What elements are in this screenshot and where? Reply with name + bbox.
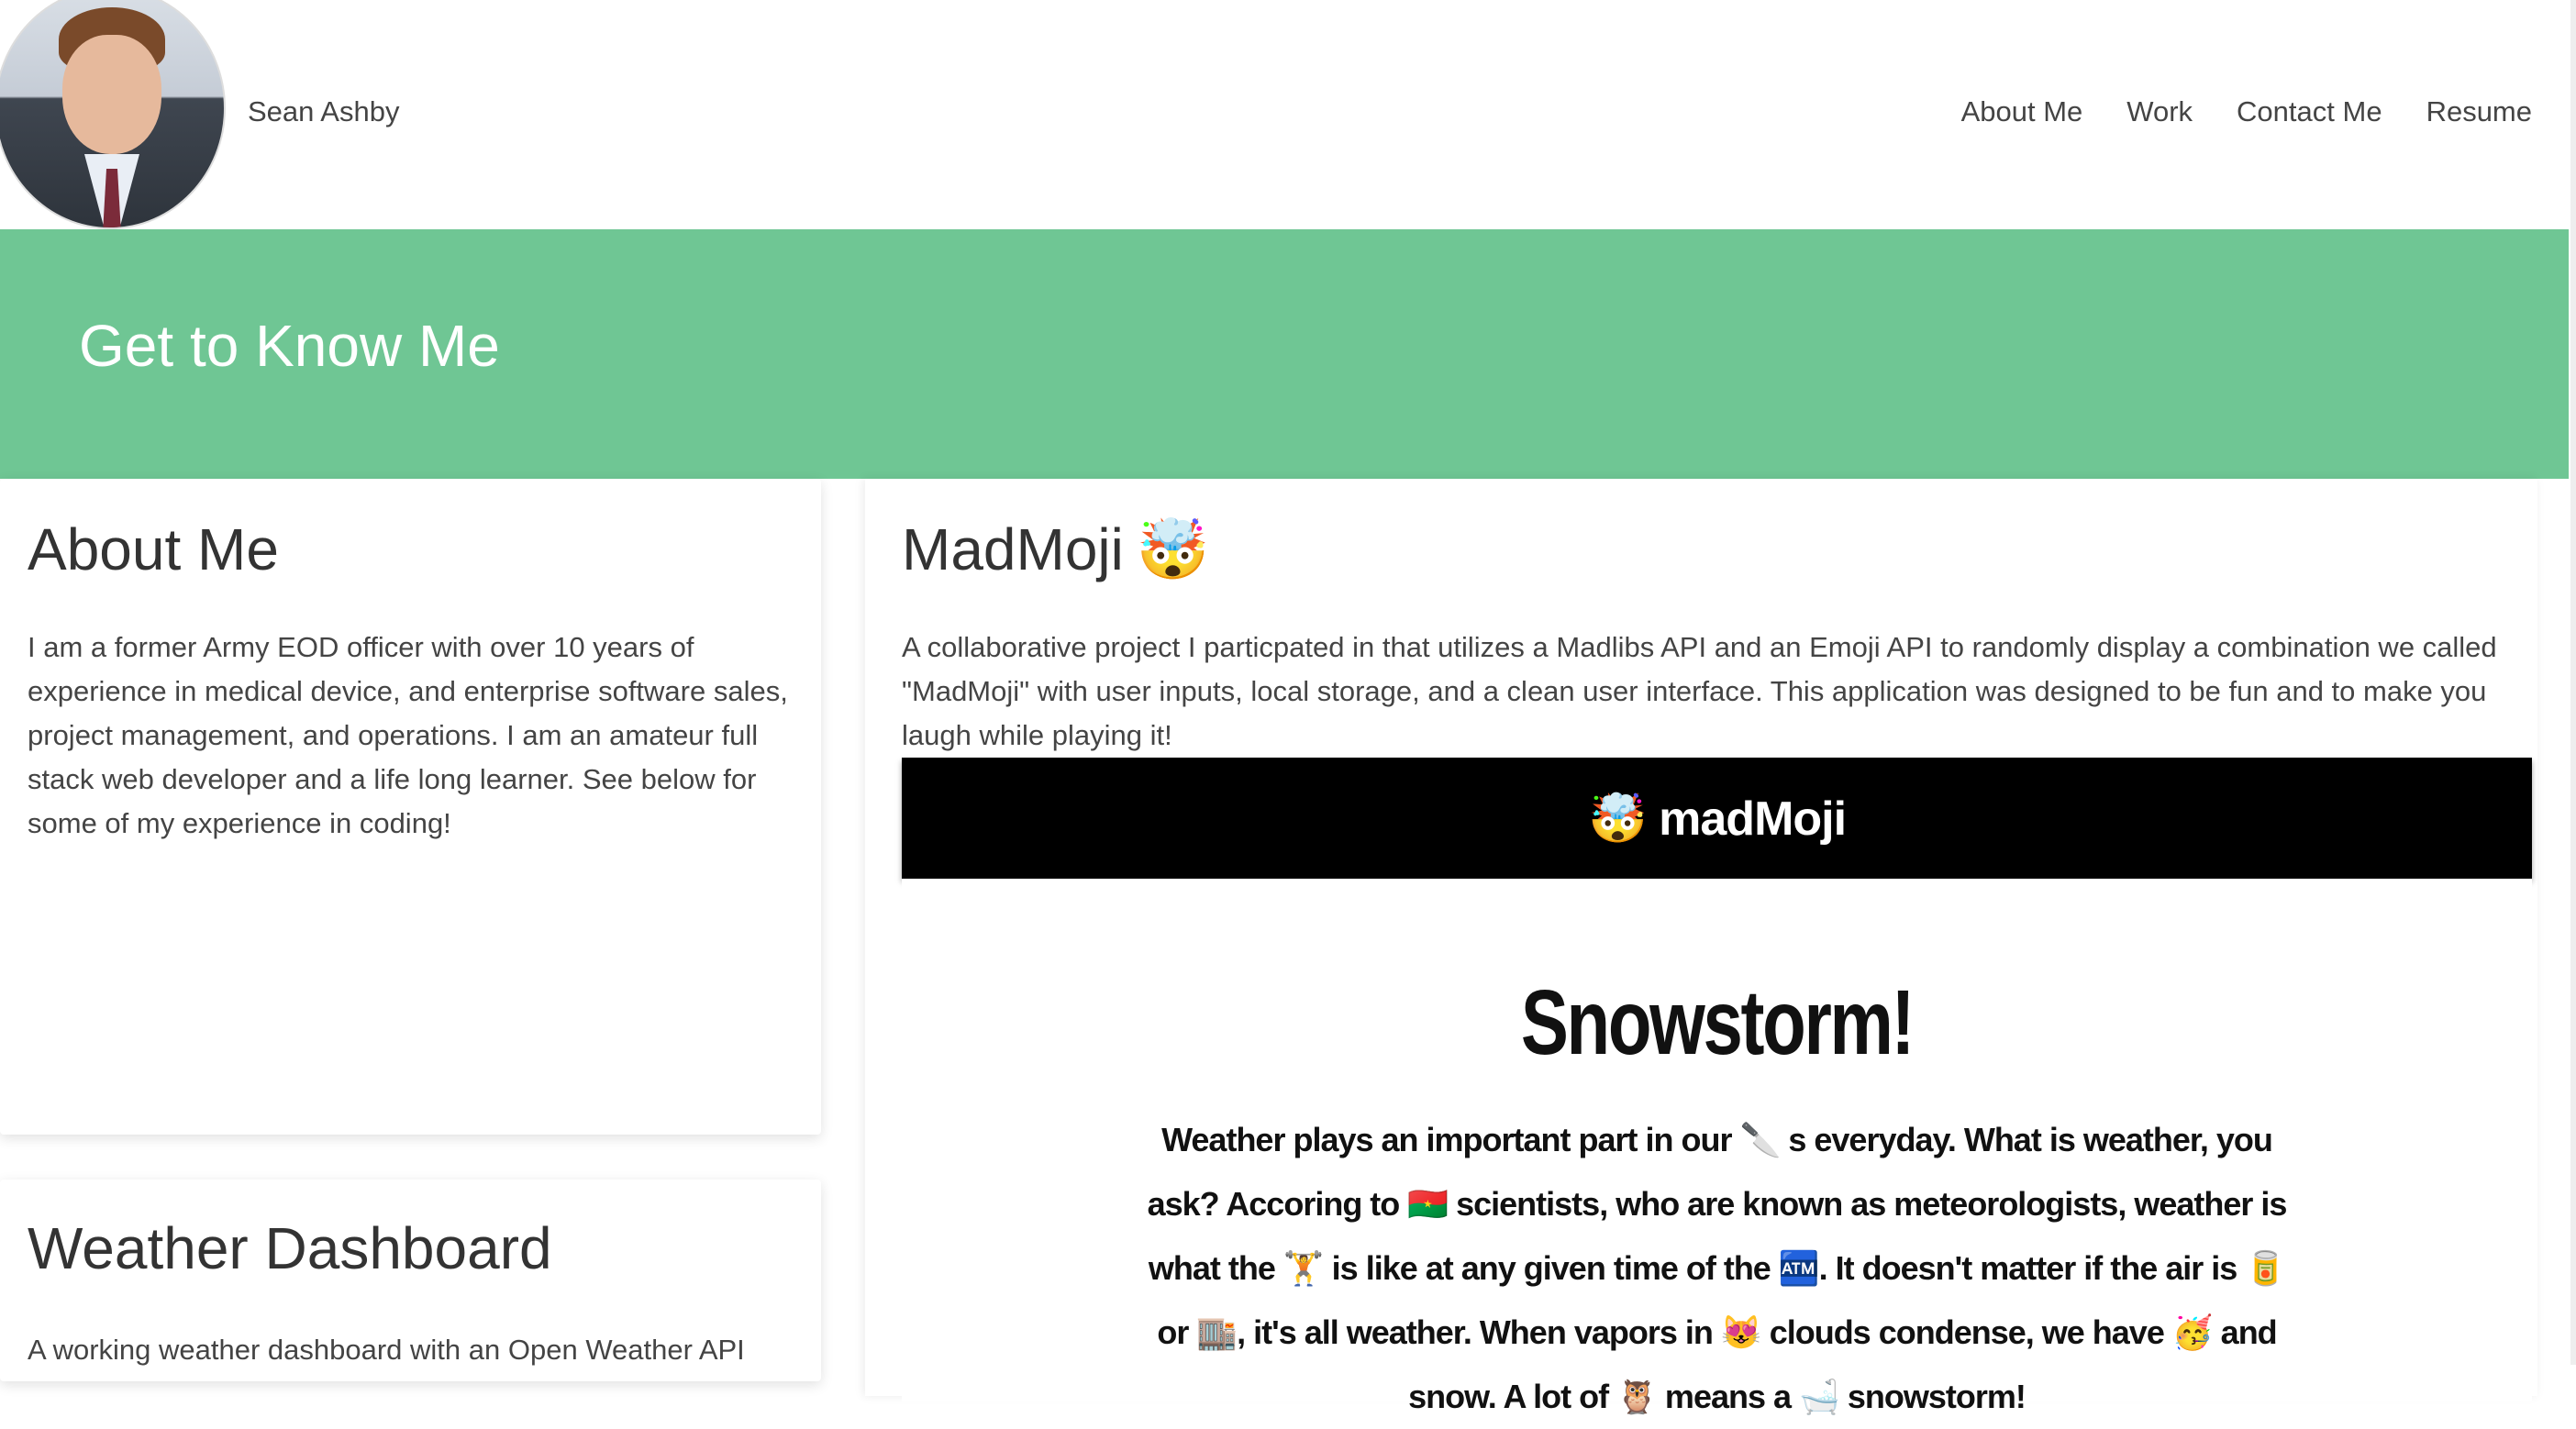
avatar-face: [62, 35, 161, 154]
site-header: Sean Ashby About Me Work Contact Me Resu…: [0, 0, 2576, 229]
about-me-card: About Me I am a former Army EOD officer …: [0, 479, 821, 1135]
nav-contact-me[interactable]: Contact Me: [2237, 95, 2382, 128]
story-title: Snowstorm!: [1520, 971, 1915, 1074]
avatar: [0, 0, 226, 229]
main-nav: About Me Work Contact Me Resume: [1961, 95, 2532, 128]
story-text: Weather plays an important part in our 🔪…: [1147, 1121, 2288, 1415]
nav-resume[interactable]: Resume: [2426, 95, 2532, 128]
madmoji-app-banner[interactable]: 🤯 madMoji: [902, 758, 2532, 879]
about-me-title: About Me: [28, 516, 279, 582]
site-owner-name[interactable]: Sean Ashby: [248, 95, 399, 128]
weather-dashboard-text: A working weather dashboard with an Open…: [28, 1334, 745, 1366]
madmoji-title-text: MadMoji: [902, 516, 1124, 582]
nav-about-me[interactable]: About Me: [1961, 95, 2083, 128]
about-me-text: I am a former Army EOD officer with over…: [28, 631, 788, 839]
hero-banner: Get to Know Me: [0, 229, 2569, 479]
window-edge: [2570, 0, 2576, 1365]
exploding-head-icon: 🤯: [1136, 516, 1210, 582]
madmoji-description: A collaborative project I particpated in…: [902, 631, 2497, 751]
madmoji-app-screenshot[interactable]: Snowstorm! Weather plays an important pa…: [902, 879, 2532, 1415]
hero-title: Get to Know Me: [79, 313, 500, 379]
madmoji-app-logo: 🤯 madMoji: [1587, 792, 1847, 846]
madmoji-title: MadMoji 🤯: [902, 515, 1210, 584]
weather-dashboard-card[interactable]: Weather Dashboard A working weather dash…: [0, 1180, 821, 1381]
madmoji-card[interactable]: MadMoji 🤯 A collaborative project I parti…: [865, 479, 2537, 1415]
nav-work[interactable]: Work: [2126, 95, 2193, 128]
weather-dashboard-title: Weather Dashboard: [28, 1215, 552, 1281]
